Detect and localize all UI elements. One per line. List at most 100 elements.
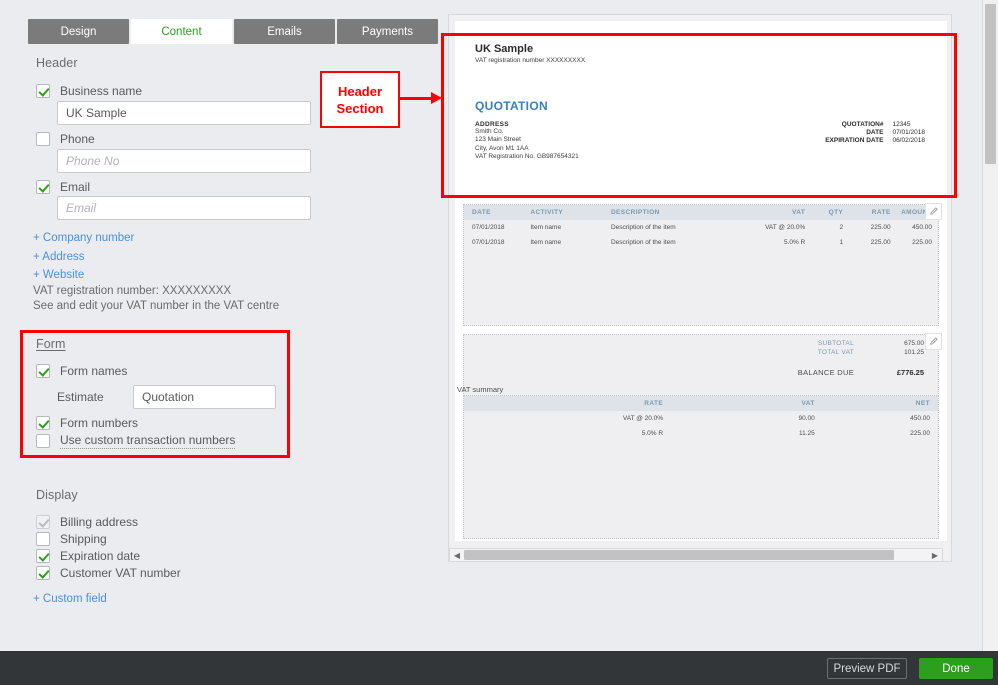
subtotal-row: SUBTOTAL 675.00 bbox=[734, 340, 924, 347]
callout-arrow-head-icon bbox=[431, 92, 442, 104]
business-name-label: Business name bbox=[60, 84, 143, 98]
expiration-date-label: Expiration date bbox=[60, 549, 141, 563]
display-section-title: Display bbox=[36, 488, 78, 502]
form-numbers-checkbox[interactable] bbox=[36, 416, 50, 430]
balance-due-row: BALANCE DUE £776.25 bbox=[734, 368, 924, 377]
vatsum-cell-rate: VAT @ 20.0% bbox=[622, 415, 664, 422]
scroll-right-arrow-icon[interactable]: ▶ bbox=[928, 551, 942, 560]
customer-vat-number-row[interactable]: Customer VAT number bbox=[36, 566, 181, 580]
cell-rate: 225.00 bbox=[870, 239, 891, 246]
col-activity: ACTIVITY bbox=[530, 205, 611, 220]
vscroll-thumb[interactable] bbox=[985, 4, 996, 164]
done-button[interactable]: Done bbox=[919, 658, 993, 679]
hscroll-track[interactable] bbox=[464, 550, 928, 560]
estimate-name-input[interactable]: Quotation bbox=[133, 385, 276, 409]
preview-meta-label-1: DATE bbox=[866, 129, 884, 136]
cell-date: 07/01/2018 bbox=[472, 239, 505, 246]
form-numbers-row[interactable]: Form numbers bbox=[36, 416, 138, 430]
table-row: 07/01/2018 Item name Description of the … bbox=[464, 235, 938, 250]
vat-note-line-1: VAT registration number: XXXXXXXXX bbox=[33, 285, 232, 297]
tab-content[interactable]: Content bbox=[131, 19, 232, 44]
phone-row[interactable]: Phone bbox=[36, 132, 95, 146]
vat-registration-note: VAT registration number: XXXXXXXXX See a… bbox=[33, 284, 279, 314]
form-preview-panel: UK Sample VAT registration number XXXXXX… bbox=[448, 14, 952, 562]
form-names-checkbox[interactable] bbox=[36, 364, 50, 378]
cell-description: Description of the item bbox=[610, 224, 676, 231]
tab-emails[interactable]: Emails bbox=[234, 19, 335, 44]
vatsum-cell-vat: 11.25 bbox=[798, 430, 815, 437]
preview-address-line-3: City, Avon M1 1AA bbox=[475, 144, 529, 152]
preview-totals-section[interactable]: SUBTOTAL 675.00 TOTAL VAT 101.25 BALANCE… bbox=[463, 333, 942, 396]
callout-text: Header Section bbox=[336, 83, 384, 116]
cell-amount: 450.00 bbox=[912, 224, 932, 231]
vatsum-cell-net: 450.00 bbox=[910, 415, 930, 422]
add-website-link[interactable]: + Website bbox=[33, 269, 84, 281]
preview-horizontal-scrollbar[interactable]: ◀ ▶ bbox=[449, 548, 943, 562]
balance-due-value: £776.25 bbox=[896, 368, 924, 377]
add-company-number-link[interactable]: + Company number bbox=[33, 232, 134, 244]
preview-doc-type: QUOTATION bbox=[475, 99, 548, 113]
email-row[interactable]: Email bbox=[36, 180, 90, 194]
col-qty: QTY bbox=[805, 205, 844, 220]
add-custom-field-link[interactable]: + Custom field bbox=[33, 593, 107, 605]
preview-vat-summary-section[interactable]: RATE VAT NET VAT @ 20.0% 90.00 450.00 5.… bbox=[463, 395, 939, 539]
billing-address-label: Billing address bbox=[60, 515, 139, 529]
vatsum-col-vat: VAT bbox=[663, 396, 815, 411]
preview-page: UK Sample VAT registration number XXXXXX… bbox=[455, 21, 947, 541]
preview-company-vat: VAT registration number XXXXXXXXX bbox=[475, 57, 586, 64]
shipping-label: Shipping bbox=[60, 532, 107, 546]
email-input[interactable]: Email bbox=[57, 196, 311, 220]
custom-transaction-numbers-checkbox[interactable] bbox=[36, 434, 50, 448]
vat-note-line-2: See and edit your VAT number in the VAT … bbox=[33, 300, 280, 312]
shipping-row[interactable]: Shipping bbox=[36, 532, 107, 546]
table-row: 5.0% R 11.25 225.00 bbox=[464, 426, 938, 441]
email-checkbox[interactable] bbox=[36, 180, 50, 194]
edit-totals-pencil-icon[interactable] bbox=[925, 333, 942, 350]
table-row: 07/01/2018 Item name Description of the … bbox=[464, 220, 938, 235]
hscroll-thumb[interactable] bbox=[464, 550, 894, 560]
cell-activity: Item name bbox=[530, 224, 562, 231]
shipping-checkbox[interactable] bbox=[36, 532, 50, 546]
expiration-date-checkbox[interactable] bbox=[36, 549, 50, 563]
vatsum-cell-net: 225.00 bbox=[910, 430, 930, 437]
cell-vat: VAT @ 20.0% bbox=[765, 224, 806, 231]
balance-due-label: BALANCE DUE bbox=[797, 368, 854, 377]
tab-payments[interactable]: Payments bbox=[337, 19, 438, 44]
col-vat: VAT bbox=[748, 205, 806, 220]
preview-meta-row: EXPIRATION DATE 06/02/2018 bbox=[825, 137, 925, 145]
edit-items-pencil-icon[interactable] bbox=[925, 203, 942, 220]
vat-summary-header-row: RATE VAT NET bbox=[464, 396, 938, 411]
billing-address-checkbox bbox=[36, 515, 50, 529]
col-rate: RATE bbox=[843, 205, 891, 220]
table-row: VAT @ 20.0% 90.00 450.00 bbox=[464, 411, 938, 426]
customer-vat-number-checkbox[interactable] bbox=[36, 566, 50, 580]
business-name-input[interactable]: UK Sample bbox=[57, 101, 311, 125]
preview-header-section[interactable]: UK Sample VAT registration number XXXXXX… bbox=[463, 37, 939, 192]
email-label: Email bbox=[60, 180, 91, 194]
vatsum-col-rate: RATE bbox=[464, 396, 664, 411]
total-vat-value: 101.25 bbox=[904, 349, 924, 356]
preview-meta-row: QUOTATION# 12345 bbox=[825, 121, 925, 129]
cell-rate: 225.00 bbox=[870, 224, 891, 231]
preview-pdf-button[interactable]: Preview PDF bbox=[827, 658, 907, 679]
total-vat-label: TOTAL VAT bbox=[817, 349, 854, 356]
phone-input[interactable]: Phone No bbox=[57, 149, 311, 173]
phone-checkbox[interactable] bbox=[36, 132, 50, 146]
vatsum-cell-rate: 5.0% R bbox=[641, 430, 664, 437]
expiration-date-row[interactable]: Expiration date bbox=[36, 549, 140, 563]
preview-meta-label-0: QUOTATION# bbox=[841, 121, 884, 128]
business-name-row[interactable]: Business name bbox=[36, 84, 142, 98]
preview-vat-summary-table: RATE VAT NET VAT @ 20.0% 90.00 450.00 5.… bbox=[464, 396, 938, 441]
add-address-link[interactable]: + Address bbox=[33, 251, 84, 263]
scroll-left-arrow-icon[interactable]: ◀ bbox=[450, 551, 464, 560]
tab-design[interactable]: Design bbox=[28, 19, 129, 44]
page-vertical-scrollbar[interactable] bbox=[982, 0, 998, 651]
form-names-row[interactable]: Form names bbox=[36, 364, 127, 378]
billing-address-row[interactable]: Billing address bbox=[36, 515, 138, 529]
customer-vat-number-label: Customer VAT number bbox=[60, 566, 181, 580]
business-name-checkbox[interactable] bbox=[36, 84, 50, 98]
custom-transaction-numbers-row[interactable]: Use custom transaction numbers bbox=[36, 433, 236, 449]
preview-meta-value-2: 06/02/2018 bbox=[892, 137, 925, 144]
preview-items-section[interactable]: DATE ACTIVITY DESCRIPTION VAT QTY RATE A… bbox=[463, 203, 942, 326]
custom-transaction-numbers-label: Use custom transaction numbers bbox=[60, 433, 236, 449]
